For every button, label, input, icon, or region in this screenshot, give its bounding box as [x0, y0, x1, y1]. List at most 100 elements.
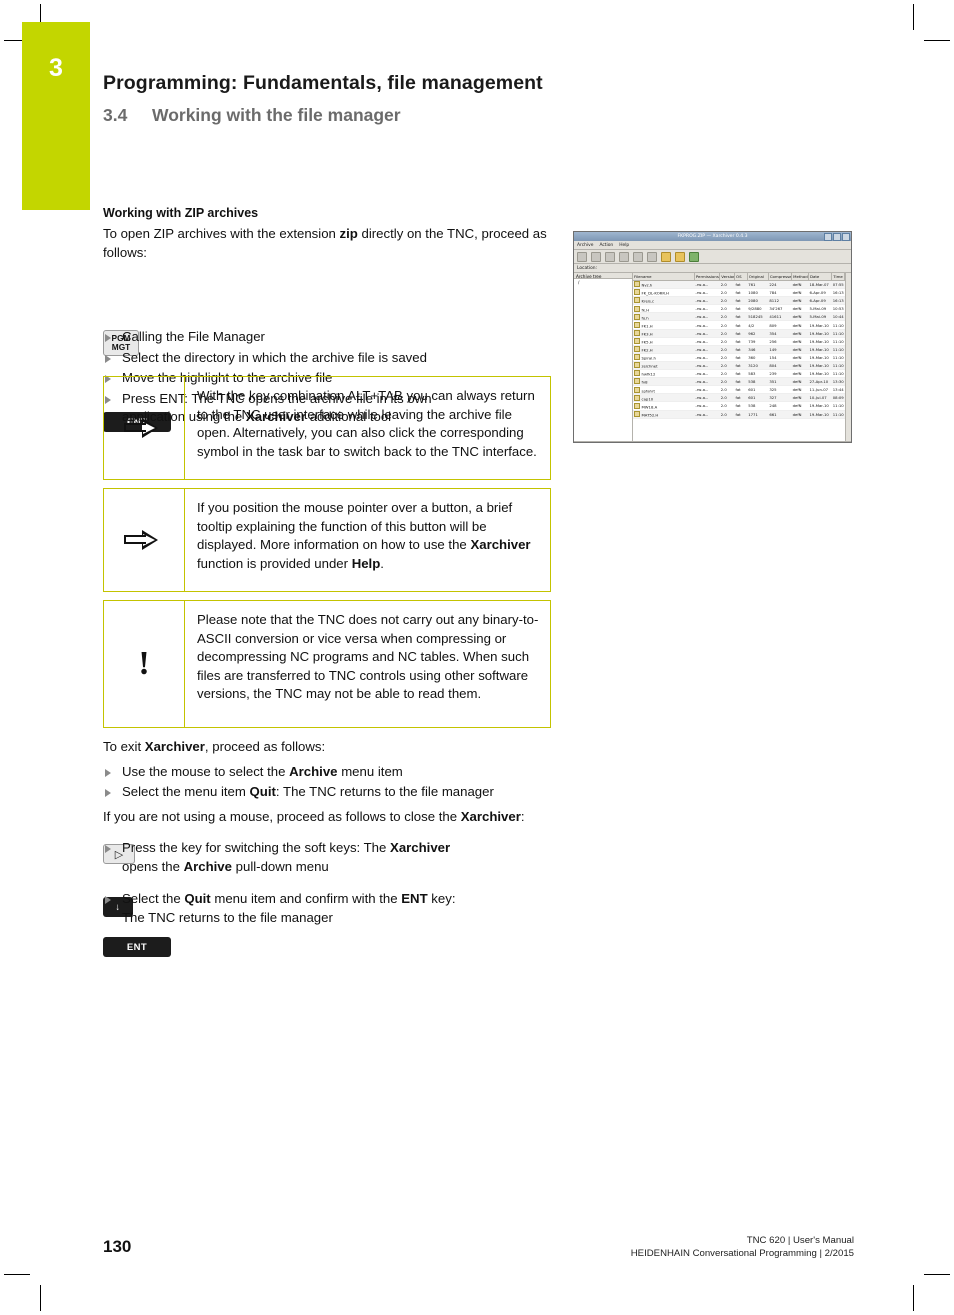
- new-archive-icon[interactable]: [577, 251, 587, 262]
- extract-icon[interactable]: [675, 251, 685, 262]
- vertical-scrollbar[interactable]: [845, 273, 851, 441]
- cell-time: 10:44: [831, 312, 845, 322]
- col-method[interactable]: Method: [791, 273, 809, 281]
- cell-time: 07:55: [831, 280, 845, 290]
- table-row[interactable]: hwfk12 -rw-a-- 2.0 fat 583 239 defN 19-Mar-10 11…: [633, 369, 845, 379]
- nomouse-step-2-mid: menu item and confirm with the: [210, 891, 402, 906]
- cell-time: 11:10: [831, 410, 845, 419]
- crop-mark-bottom-right-h: [924, 1274, 950, 1275]
- cell-version: 2.0: [719, 353, 735, 362]
- cell-method: defN: [791, 288, 809, 298]
- exit-step-2-bold: Quit: [249, 784, 276, 799]
- cell-os: fat: [734, 369, 748, 379]
- cell-version: 2.0: [719, 329, 735, 338]
- file-icon: [634, 337, 640, 344]
- cell-time: 13:44: [831, 385, 845, 395]
- crop-mark-top-right-h: [924, 40, 950, 41]
- menu-archive[interactable]: Archive: [577, 243, 593, 248]
- cell-method: defN: [791, 410, 809, 419]
- table-row[interactable]: FK2.H -rw-a-- 2.0 fat 346 149 defN 19-Mar-10 11:…: [633, 345, 845, 354]
- cell-time: 11:10: [831, 329, 845, 338]
- cell-version: 2.0: [719, 401, 735, 411]
- cell-filename: FK_DL-KORR.H: [633, 288, 695, 298]
- table-row[interactable]: zeichnet -rw-a-- 2.0 fat 3120 804 defN 19-Mar-1…: [633, 361, 845, 371]
- stop-icon[interactable]: [689, 251, 699, 262]
- col-time[interactable]: Time: [831, 273, 845, 281]
- cell-original: 1771: [747, 410, 769, 419]
- file-icon: [634, 370, 640, 377]
- table-row[interactable]: FK5.H -rw-a-- 2.0 fat 739 256 defN 19-Mar-10 11:…: [633, 337, 845, 346]
- table-row[interactable]: MW18.A -rw-a-- 2.0 fat 538 248 defN 19-Mar-10 11…: [633, 401, 845, 411]
- table-row[interactable]: FK3.H -rw-a-- 2.0 fat 962 354 defN 19-Mar-10 11:…: [633, 329, 845, 338]
- table-row[interactable]: Kreis.c -rw-a-- 2.0 fat 2080 8112 defN 6-Apr-09…: [633, 296, 845, 306]
- archive-tree-root-node[interactable]: /: [574, 279, 632, 286]
- file-icon: [634, 313, 640, 320]
- cell-time: 10:53: [831, 304, 845, 314]
- cell-original: 9/2880: [747, 304, 769, 314]
- cell-compressed: 154: [768, 353, 792, 362]
- col-date[interactable]: Date: [808, 273, 833, 281]
- col-filename[interactable]: Filename: [633, 273, 695, 281]
- table-row[interactable]: spfahrt -rw-a-- 2.0 fat 601 325 defN 11-Jun-07 1…: [633, 385, 845, 395]
- archive-file-list[interactable]: Filename Permissions Version OS Original…: [633, 273, 845, 441]
- cell-permissions: -rw-a--: [694, 304, 720, 314]
- cell-version: 2.0: [719, 288, 735, 298]
- table-row[interactable]: MAT52.H -rw-a-- 2.0 fat 1771 661 defN 19-Mar-10…: [633, 410, 845, 419]
- cell-compressed: 248: [768, 401, 792, 411]
- table-row[interactable]: fk.H -rw-a-- 2.0 fat 9/2880 34'267 defN 5-Mai-0…: [633, 304, 845, 314]
- cell-compressed: 41611: [768, 312, 792, 322]
- col-version[interactable]: Version: [719, 273, 736, 281]
- crop-mark-top-right: [913, 4, 914, 30]
- cell-compressed: 325: [768, 385, 792, 395]
- exit-intro-pre: To exit: [103, 739, 145, 754]
- table-row[interactable]: FK_DL-KORR.H -rw-a-- 2.0 fat 1080 784 defN 6-Ap…: [633, 288, 845, 298]
- col-compressed[interactable]: Compressed: [768, 273, 793, 281]
- col-original[interactable]: Original: [747, 273, 769, 281]
- up-icon[interactable]: [633, 251, 643, 262]
- back-icon[interactable]: [605, 251, 615, 262]
- table-row[interactable]: Spiral.h -rw-a-- 2.0 fat 360 154 defN 19-Mar-10…: [633, 353, 845, 362]
- maximize-icon[interactable]: [833, 233, 841, 241]
- table-row[interactable]: Nvz.h -rw-a-- 2.0 fat 761 224 defN 18-Mar-07 07:…: [633, 280, 845, 290]
- minimize-icon[interactable]: [824, 233, 832, 241]
- menu-action[interactable]: Action: [599, 243, 613, 248]
- cell-filename: MW18.A: [633, 401, 695, 411]
- col-permissions[interactable]: Permissions: [694, 273, 721, 281]
- list-item: Use the mouse to select the Archive menu…: [103, 763, 551, 782]
- table-row[interactable]: fv8 -rw-a-- 2.0 fat 538 351 defN 27-Apr-10 13:30: [633, 377, 845, 387]
- cell-os: fat: [734, 401, 748, 411]
- cell-os: fat: [734, 296, 748, 306]
- cell-os: fat: [734, 361, 748, 371]
- cell-time: 08:09: [831, 393, 845, 403]
- cell-original: 518245: [747, 312, 769, 322]
- cell-original: 538: [747, 401, 769, 411]
- footer-line-1: TNC 620 | User's Manual: [746, 1235, 854, 1246]
- cell-compressed: 8112: [768, 296, 792, 306]
- table-row[interactable]: FK1.H -rw-a-- 2.0 fat 4/2 809 defN 19-Mar-10 11:…: [633, 320, 845, 330]
- cell-date: 19-Mar-10: [808, 337, 832, 346]
- col-os[interactable]: OS: [734, 273, 748, 281]
- cell-date: 19-Mar-10: [808, 329, 832, 338]
- forward-icon[interactable]: [619, 251, 629, 262]
- cell-permissions: -rw-a--: [694, 361, 720, 371]
- file-icon: [634, 354, 640, 361]
- menu-help[interactable]: Help: [619, 243, 629, 248]
- cell-original: 583: [747, 369, 769, 379]
- home-icon[interactable]: [647, 251, 657, 262]
- open-archive-icon[interactable]: [591, 251, 601, 262]
- cell-os: fat: [734, 304, 748, 314]
- cell-os: fat: [734, 353, 748, 362]
- nomouse-pre: If you are not using a mouse, proceed as…: [103, 808, 461, 824]
- note2-text-3: .: [380, 555, 384, 571]
- file-icon: [634, 329, 640, 336]
- close-icon[interactable]: [842, 233, 850, 241]
- cell-os: fat: [734, 377, 748, 387]
- footer-line-2: HEIDENHAIN Conversational Programming | …: [630, 1248, 854, 1259]
- cell-filename: FK5.H: [633, 337, 695, 346]
- add-files-icon[interactable]: [661, 251, 671, 262]
- cell-date: 5-Mai-09: [808, 304, 832, 314]
- table-row[interactable]: fo.h -rw-a-- 2.0 fat 518245 41611 defN 5-Mai-09…: [633, 312, 845, 322]
- table-row[interactable]: cap10 -rw-a-- 2.0 fat 601 327 defN 10-Jul-07 08:…: [633, 393, 845, 403]
- cell-os: fat: [734, 393, 748, 403]
- exit-step-2-post: : The TNC returns to the file manager: [275, 784, 494, 799]
